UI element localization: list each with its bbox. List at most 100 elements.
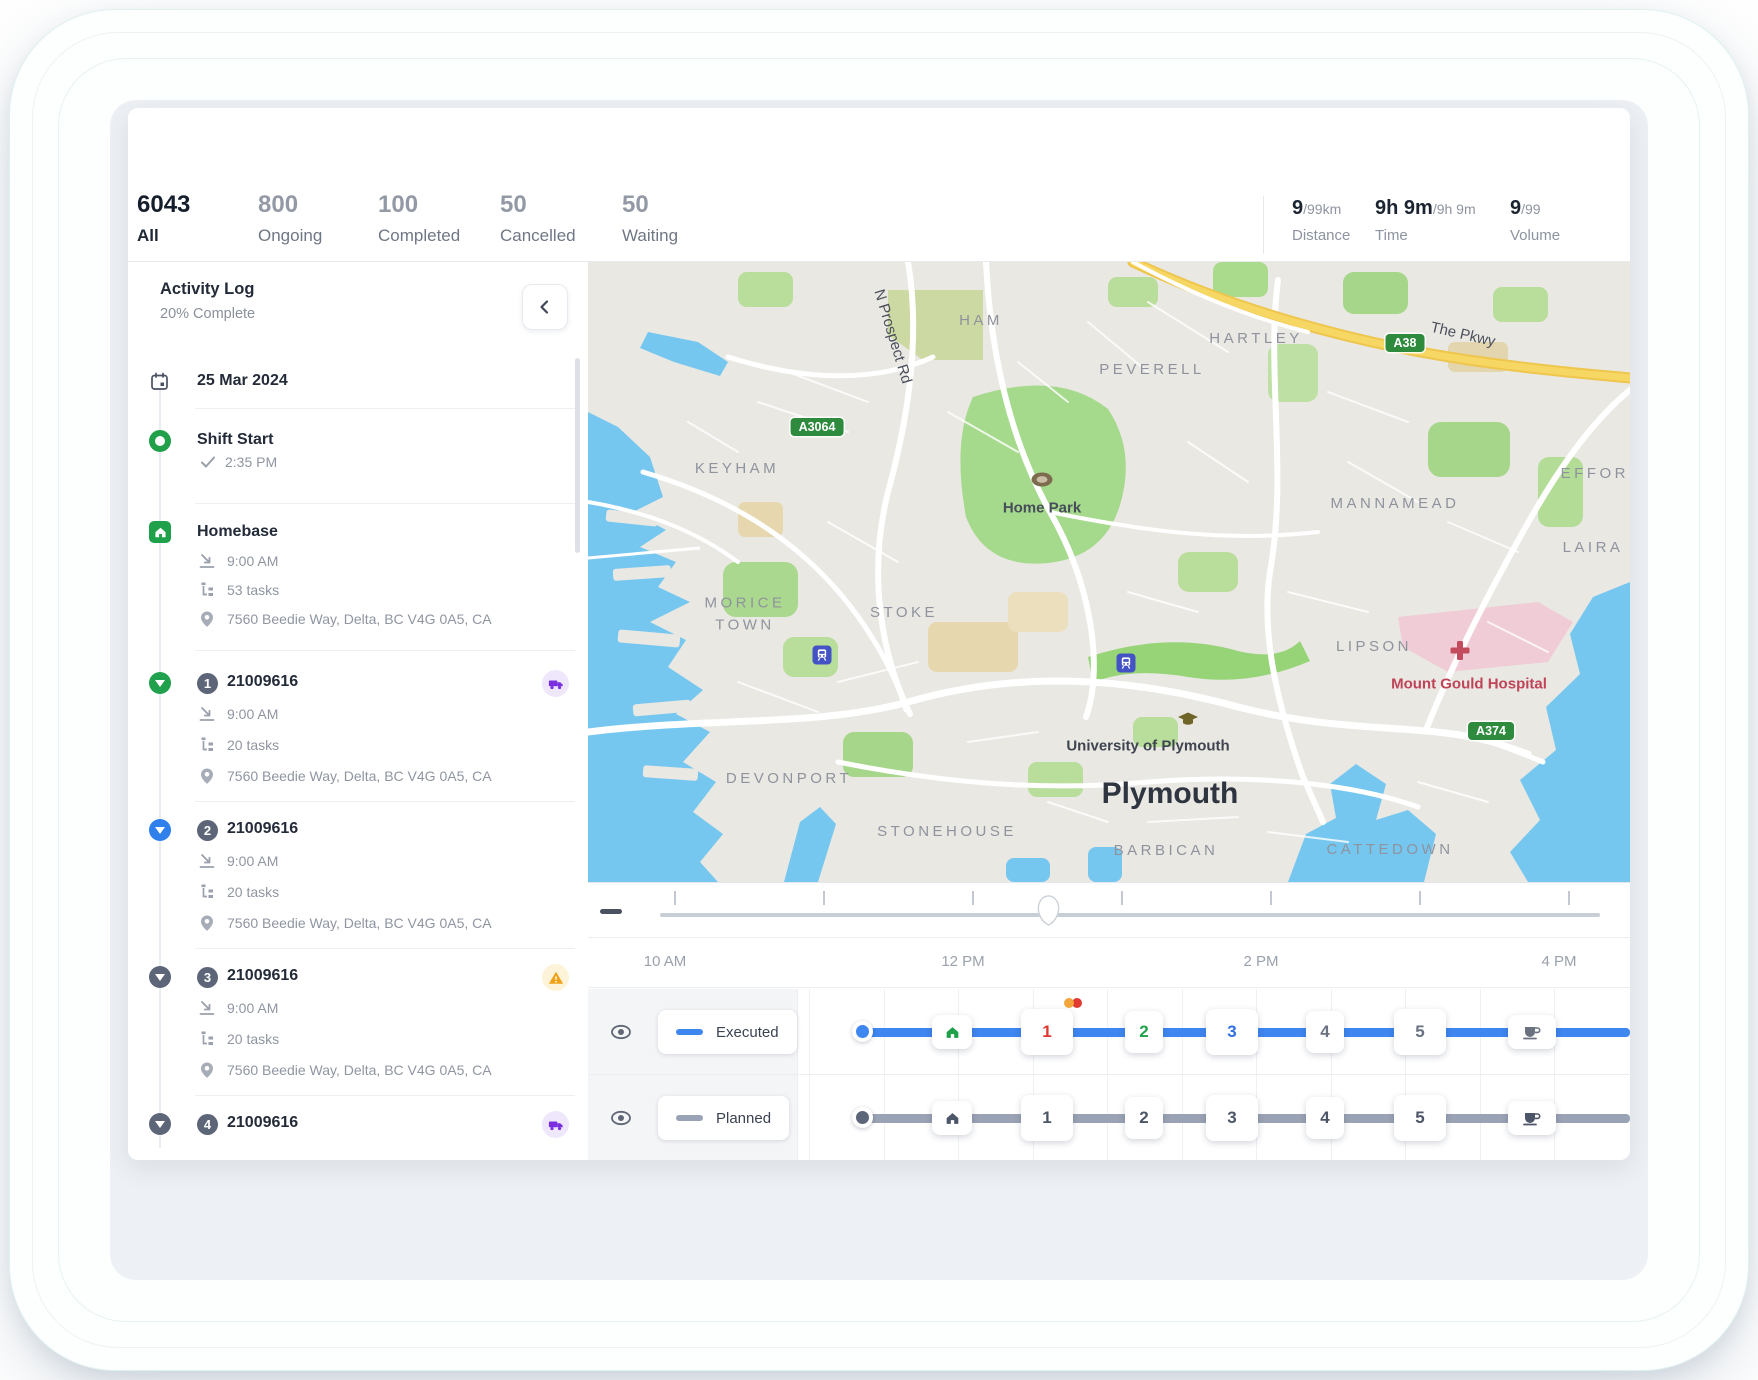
timeline-gridline [1554,1075,1555,1160]
home-stop-card[interactable] [932,1015,972,1049]
stop-card-2[interactable]: 2 [1125,1011,1163,1053]
stop-id[interactable]: 21009616 [227,1114,298,1132]
tab-ongoing[interactable]: 800Ongoing [258,192,322,246]
stop-tasks-icon [198,883,216,901]
stop-card-2[interactable]: 2 [1125,1097,1163,1139]
homebase-address-icon [198,610,216,628]
timeline-slider-track[interactable] [660,913,1600,917]
timeline-gridline [1256,1075,1257,1160]
timeline-gridline [1107,989,1108,1074]
stop-marker-3[interactable] [149,966,171,988]
truck-badge-icon [542,670,569,697]
slider-hour-tick [1419,891,1421,905]
tab-label: All [137,226,190,246]
stop-card-1[interactable]: 1 [1021,1009,1073,1055]
timeline-row-planned: Planned 1 2 3 4 5 [588,1075,1630,1160]
stop-number-badge: 1 [197,673,218,694]
route-track: 1 2 3 4 5 [798,989,1630,1074]
visibility-eye-icon[interactable] [604,1101,638,1135]
road-badge: A3064 [791,418,844,436]
coffee-break-card[interactable] [1508,1015,1556,1049]
axis-tick-stub [809,989,810,999]
timeline-gridline [809,1075,810,1160]
collapse-panel-button[interactable] [522,284,568,330]
stop-address: 7560 Beedie Way, Delta, BC V4G 0A5, CA [227,768,492,784]
tab-label: Completed [378,226,460,246]
homebase-title[interactable]: Homebase [197,523,278,541]
slider-hour-tick [823,891,825,905]
shift-start-marker [149,430,171,452]
row-header-bg [588,1075,798,1160]
stop-id[interactable]: 21009616 [227,673,298,691]
coffee-break-card[interactable] [1508,1101,1556,1135]
app-screen: 6043All 800Ongoing 100 Completed 50Cancelled… [110,100,1648,1280]
stat-volume: 9/99Volume [1510,196,1560,244]
tab-count: 800 [258,192,322,218]
visibility-eye-icon[interactable] [604,1015,638,1049]
axis-time-label: 2 PM [1243,953,1278,970]
slider-hour-tick [674,891,676,905]
timeline-slider-thumb[interactable] [1035,895,1062,926]
stop-address-icon [198,767,216,785]
warning-badge-icon [542,964,569,991]
stop-card-3[interactable]: 3 [1206,1095,1258,1141]
timeline-gridline [735,989,736,1074]
timeline-gridline [735,1075,736,1160]
stop-id[interactable]: 21009616 [227,820,298,838]
divider [195,650,575,651]
timeline-gridline [660,989,661,1074]
timeline-gridline [1554,989,1555,1074]
timeline-gridline [809,989,810,1074]
stop-marker-1[interactable] [149,672,171,694]
stop-marker-4[interactable] [149,1113,171,1135]
tablet-frame: 6043All 800Ongoing 100 Completed 50Cancelled… [10,10,1748,1370]
axis-tick-stub [1554,989,1555,999]
stop-marker-2[interactable] [149,819,171,841]
timeline-gridline [1182,989,1183,1074]
map-area-label: HAM [959,310,1003,332]
homebase-time-icon [198,552,216,570]
timeline-connector [159,388,161,1148]
tab-waiting[interactable]: 50Waiting [622,192,678,246]
stop-card-4[interactable]: 4 [1306,1011,1344,1053]
map-area-label: EFFORD [1561,463,1630,485]
tab-count: 100 [378,192,460,218]
stop-card-5[interactable]: 5 [1394,1095,1446,1141]
tab-all[interactable]: 6043All [137,192,190,246]
stop-tasks-icon [198,736,216,754]
tab-completed[interactable]: 100 Completed [378,192,460,246]
timeline-gridline [1405,989,1406,1074]
sidebar-scrollbar[interactable] [575,358,580,553]
stop-card-1[interactable]: 1 [1021,1095,1073,1141]
stat-value: 9/99 [1510,196,1560,221]
map-area-label: STONEHOUSE [877,821,1017,843]
stop-card-3[interactable]: 3 [1206,1009,1258,1055]
stop-number-badge: 4 [197,1114,218,1135]
stop-time-icon [198,852,216,870]
map-view[interactable]: HAMHARTLEYPEVERELLKEYHAMMANNAMEADEFFORDL… [588,262,1630,882]
stop-id[interactable]: 21009616 [227,967,298,985]
stop-address: 7560 Beedie Way, Delta, BC V4G 0A5, CA [227,1062,492,1078]
stop-card-5[interactable]: 5 [1394,1009,1446,1055]
divider [195,948,575,949]
stop-tasks: 20 tasks [227,884,279,900]
map-poi-label: Mount Gould Hospital [1391,676,1547,693]
check-icon [200,454,218,472]
timeline-gridline [1182,1075,1183,1160]
stop-time: 9:00 AM [227,1000,278,1016]
legend-chip-planned[interactable]: Planned [658,1096,789,1140]
stop-tasks: 20 tasks [227,1031,279,1047]
stop-time-icon [198,999,216,1017]
stop-time: 9:00 AM [227,706,278,722]
zoom-out-icon[interactable] [600,907,624,915]
shift-start-title[interactable]: Shift Start [197,431,273,449]
active-tab-underline [141,343,299,346]
stop-card-4[interactable]: 4 [1306,1097,1344,1139]
map-area-label: HARTLEY [1209,328,1302,350]
legend-chip-executed[interactable]: Executed [658,1010,797,1054]
home-stop-card[interactable] [932,1101,972,1135]
timeline-gridline [1331,989,1332,1074]
divider [195,503,575,504]
tab-cancelled[interactable]: 50Cancelled [500,192,576,246]
train-station-icon [813,646,832,665]
